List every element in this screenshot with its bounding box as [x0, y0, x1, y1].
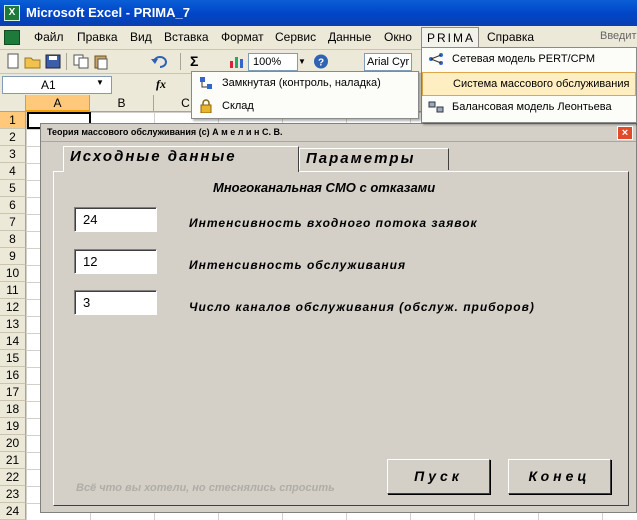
open-folder-icon[interactable] — [24, 53, 42, 70]
start-button[interactable]: Пуск — [387, 459, 490, 494]
network-model-icon — [429, 53, 443, 65]
dialog-close-button[interactable]: × — [617, 126, 633, 140]
row-header[interactable]: 4 — [0, 163, 26, 180]
insert-function-button[interactable]: fx — [156, 77, 166, 92]
row-header[interactable]: 22 — [0, 469, 26, 486]
menu-item-warehouse[interactable]: Склад — [192, 95, 418, 118]
select-all-corner[interactable] — [0, 95, 26, 112]
window-title: Microsoft Excel - PRIMA_7 — [26, 5, 190, 20]
zoom-dropdown-icon[interactable]: ▼ — [298, 53, 308, 71]
row-header[interactable]: 7 — [0, 214, 26, 231]
row-header[interactable]: 5 — [0, 180, 26, 197]
row-header[interactable]: 10 — [0, 265, 26, 282]
menu-item-closed-system[interactable]: Замкнутая (контроль, наладка) — [192, 72, 418, 95]
queueing-submenu: Замкнутая (контроль, наладка) Склад — [191, 71, 419, 119]
zoom-combobox[interactable]: 100% — [248, 53, 298, 71]
font-combobox[interactable]: Arial Cyr — [364, 53, 412, 71]
workbook-icon[interactable] — [4, 30, 20, 45]
menu-data[interactable]: Данные — [328, 30, 371, 44]
menu-item-label: Система массового обслуживания — [453, 78, 630, 90]
help-link[interactable]: Всё что вы хотели, но стеснялись спросит… — [76, 482, 335, 494]
menu-prima[interactable]: PRIMA — [421, 27, 479, 49]
name-box-dropdown-icon[interactable]: ▼ — [96, 78, 104, 87]
row-header[interactable]: 6 — [0, 197, 26, 214]
menu-item-label: Балансовая модель Леонтьева — [452, 101, 612, 113]
column-header-a[interactable]: A — [26, 95, 90, 112]
menu-item-label: Склад — [222, 100, 254, 112]
channels-count-label: Число каналов обслуживания (обслуж. приб… — [189, 300, 535, 314]
autosum-button[interactable]: Σ — [190, 53, 208, 70]
row-headers: 1 2 3 4 5 6 7 8 9 10 11 12 13 14 15 16 17 18 19 20 21 22 23 24 — [0, 112, 26, 520]
row-header[interactable]: 2 — [0, 129, 26, 146]
toolbar-separator — [66, 53, 67, 70]
row-header[interactable]: 19 — [0, 418, 26, 435]
row-header[interactable]: 1 — [0, 112, 26, 129]
undo-icon[interactable] — [150, 53, 168, 70]
row-header[interactable]: 24 — [0, 503, 26, 520]
row-header[interactable]: 20 — [0, 435, 26, 452]
row-header[interactable]: 17 — [0, 384, 26, 401]
paste-icon[interactable] — [92, 53, 110, 70]
closed-system-icon — [200, 77, 212, 89]
row-header[interactable]: 16 — [0, 367, 26, 384]
menu-edit[interactable]: Правка — [77, 30, 118, 44]
menu-view[interactable]: Вид — [130, 30, 152, 44]
svg-text:?: ? — [318, 58, 324, 69]
row-header[interactable]: 14 — [0, 333, 26, 350]
row-header[interactable]: 15 — [0, 350, 26, 367]
toolbar-separator — [180, 53, 181, 70]
queueing-dialog: Теория массового обслуживания (c) А м е … — [40, 123, 637, 513]
menu-item-queueing-system[interactable]: Система массового обслуживания — [422, 72, 636, 96]
tab-input-data[interactable]: Исходные данные — [63, 146, 299, 172]
row-header[interactable]: 12 — [0, 299, 26, 316]
menu-item-label: Сетевая модель PERT/CPM — [452, 53, 596, 65]
help-search-input[interactable]: Введит — [600, 30, 637, 42]
help-icon[interactable]: ? — [312, 53, 330, 70]
menu-file[interactable]: Файл — [34, 30, 64, 44]
copy-icon[interactable] — [72, 53, 90, 70]
menu-item-pert-cpm[interactable]: Сетевая модель PERT/CPM — [422, 48, 636, 72]
row-header[interactable]: 21 — [0, 452, 26, 469]
menu-insert[interactable]: Вставка — [164, 30, 209, 44]
row-header[interactable]: 18 — [0, 401, 26, 418]
arrival-rate-field[interactable]: 24 — [74, 207, 157, 232]
menu-item-label: Замкнутая (контроль, наладка) — [222, 77, 381, 89]
row-header[interactable]: 9 — [0, 248, 26, 265]
service-rate-label: Интенсивность обслуживания — [189, 258, 407, 272]
menu-format[interactable]: Формат — [221, 30, 264, 44]
new-document-icon[interactable] — [4, 53, 22, 70]
column-header-b[interactable]: B — [90, 95, 154, 112]
title-bar: X Microsoft Excel - PRIMA_7 — [0, 0, 637, 26]
row-header[interactable]: 23 — [0, 486, 26, 503]
dialog-title: Теория массового обслуживания (c) А м е … — [47, 127, 283, 137]
tab-parameters[interactable]: Параметры — [299, 148, 449, 170]
excel-app-icon: X — [4, 5, 20, 21]
dialog-title-bar: Теория массового обслуживания (c) А м е … — [41, 124, 636, 142]
menu-item-leontief[interactable]: Балансовая модель Леонтьева — [422, 96, 636, 120]
end-button[interactable]: Конец — [508, 459, 611, 494]
menu-help[interactable]: Справка — [487, 30, 534, 44]
row-header[interactable]: 11 — [0, 282, 26, 299]
service-rate-field[interactable]: 12 — [74, 249, 157, 274]
lock-icon — [200, 99, 212, 113]
balance-model-icon — [428, 101, 444, 113]
model-heading: Многоканальная СМО с отказами — [213, 180, 436, 195]
row-header[interactable]: 8 — [0, 231, 26, 248]
menu-service[interactable]: Сервис — [275, 30, 316, 44]
channels-count-field[interactable]: 3 — [74, 290, 157, 315]
row-header[interactable]: 3 — [0, 146, 26, 163]
prima-menu: Сетевая модель PERT/CPM Система массовог… — [421, 47, 637, 123]
menu-window[interactable]: Окно — [384, 30, 412, 44]
chart-wizard-icon[interactable] — [228, 53, 246, 70]
arrival-rate-label: Интенсивность входного потока заявок — [189, 216, 478, 230]
row-header[interactable]: 13 — [0, 316, 26, 333]
save-icon[interactable] — [44, 53, 62, 70]
